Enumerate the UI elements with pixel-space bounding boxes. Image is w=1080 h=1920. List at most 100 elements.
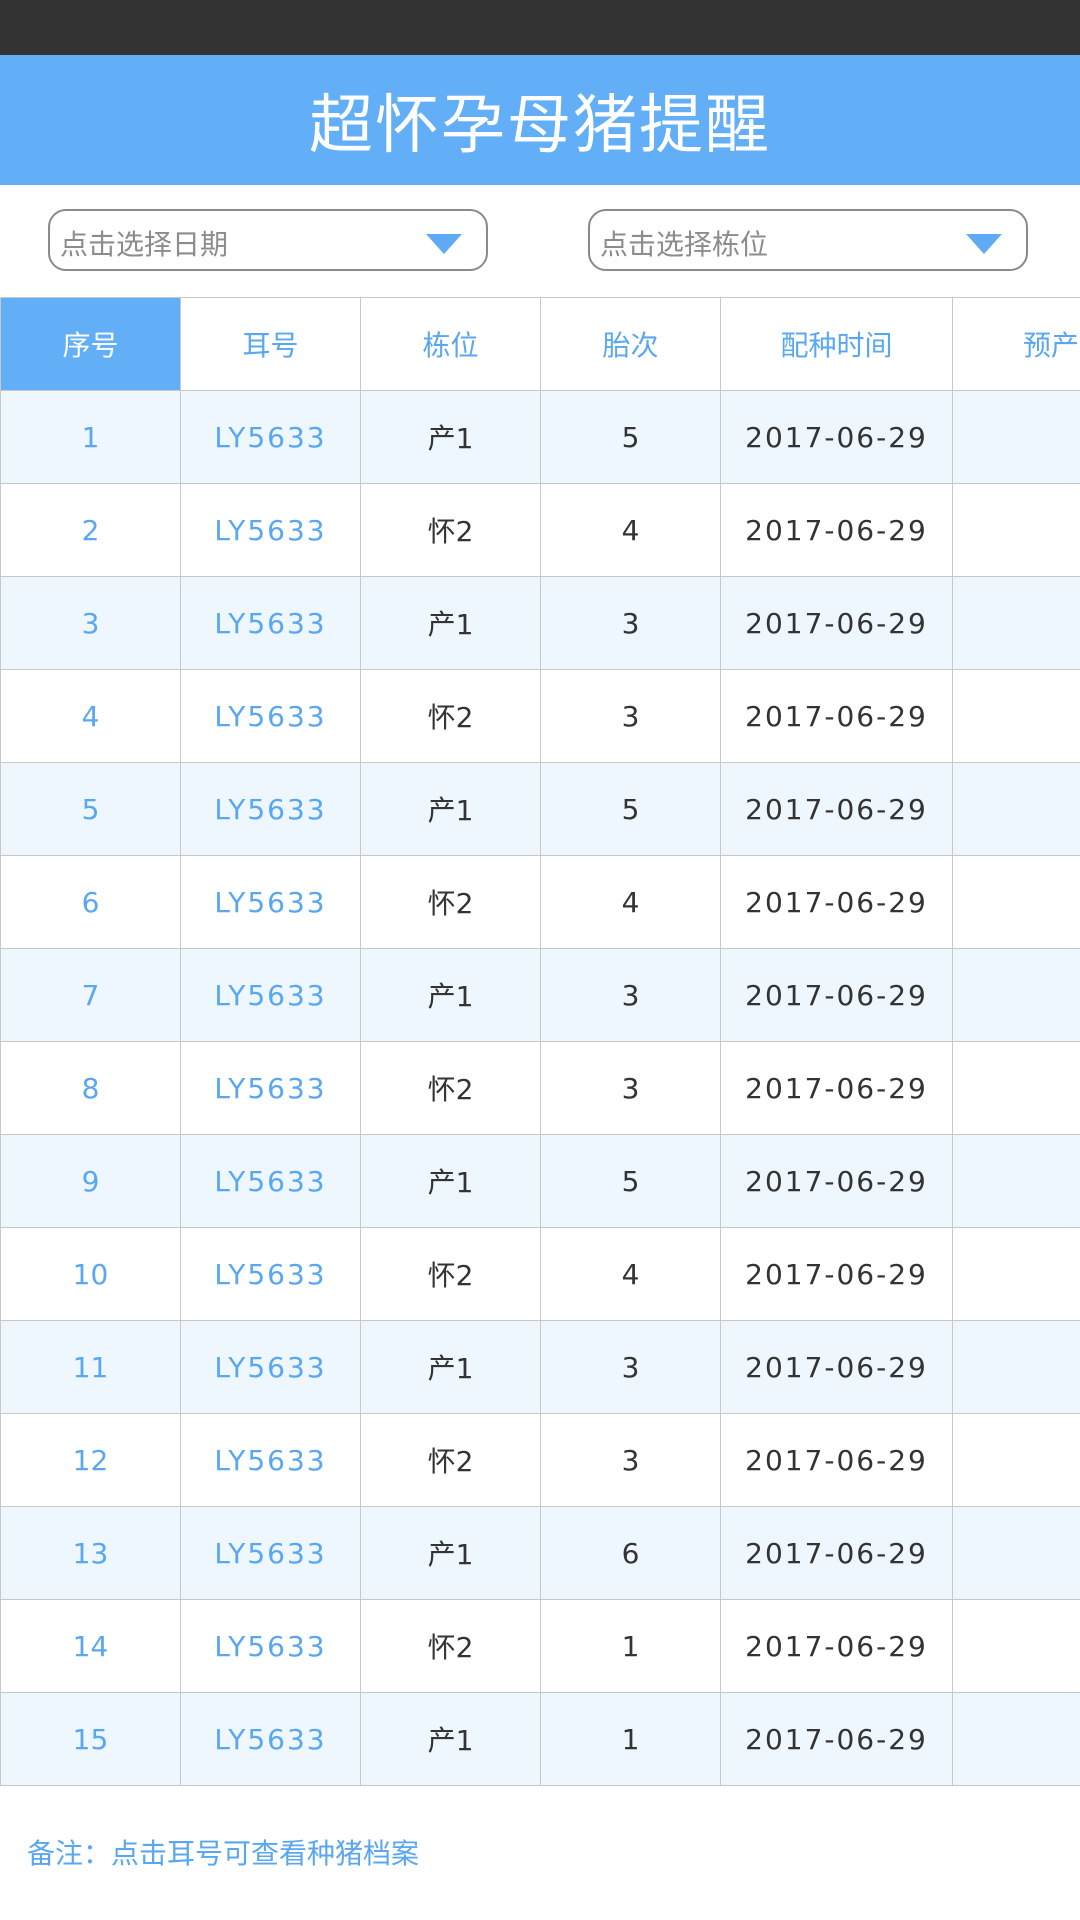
table-row: 13 LY5633 产1 6 2017-06-29: [0, 1506, 1080, 1600]
cell-pen: 产1: [360, 1692, 541, 1786]
cell-due-date: [952, 1041, 1080, 1135]
table-row: 9 LY5633 产1 5 2017-06-29: [0, 1134, 1080, 1228]
cell-due-date: [952, 948, 1080, 1042]
cell-due-date: [952, 1320, 1080, 1414]
cell-parity: 5: [540, 762, 721, 856]
status-bar: [0, 0, 1080, 55]
cell-ear-tag-link[interactable]: LY5633: [180, 483, 361, 577]
cell-parity: 4: [540, 483, 721, 577]
cell-pen: 产1: [360, 1134, 541, 1228]
cell-seq: 2: [0, 483, 181, 577]
cell-due-date: [952, 1227, 1080, 1321]
cell-parity: 5: [540, 1134, 721, 1228]
cell-seq: 1: [0, 390, 181, 484]
cell-ear-tag-link[interactable]: LY5633: [180, 669, 361, 763]
cell-seq: 14: [0, 1599, 181, 1693]
cell-parity: 5: [540, 390, 721, 484]
table-row: 4 LY5633 怀2 3 2017-06-29: [0, 669, 1080, 763]
cell-pen: 产1: [360, 762, 541, 856]
column-header-breeding-date[interactable]: 配种时间: [720, 297, 953, 391]
date-picker[interactable]: 点击选择日期: [48, 209, 488, 271]
cell-parity: 3: [540, 1320, 721, 1414]
cell-breeding-date: 2017-06-29: [720, 1692, 953, 1786]
column-header-seq[interactable]: 序号: [0, 297, 181, 391]
cell-ear-tag-link[interactable]: LY5633: [180, 1227, 361, 1321]
table-row: 8 LY5633 怀2 3 2017-06-29: [0, 1041, 1080, 1135]
cell-breeding-date: 2017-06-29: [720, 483, 953, 577]
table-row: 7 LY5633 产1 3 2017-06-29: [0, 948, 1080, 1042]
cell-seq: 6: [0, 855, 181, 949]
cell-breeding-date: 2017-06-29: [720, 669, 953, 763]
filter-bar: 点击选择日期 点击选择栋位: [0, 185, 1080, 297]
cell-pen: 怀2: [360, 855, 541, 949]
cell-breeding-date: 2017-06-29: [720, 855, 953, 949]
cell-parity: 3: [540, 576, 721, 670]
cell-breeding-date: 2017-06-29: [720, 1320, 953, 1414]
cell-seq: 15: [0, 1692, 181, 1786]
cell-parity: 3: [540, 1413, 721, 1507]
pen-picker[interactable]: 点击选择栋位: [588, 209, 1028, 271]
cell-ear-tag-link[interactable]: LY5633: [180, 1692, 361, 1786]
cell-ear-tag-link[interactable]: LY5633: [180, 762, 361, 856]
cell-due-date: [952, 390, 1080, 484]
table-row: 11 LY5633 产1 3 2017-06-29: [0, 1320, 1080, 1414]
date-picker-placeholder: 点击选择日期: [60, 228, 229, 261]
cell-due-date: [952, 576, 1080, 670]
cell-ear-tag-link[interactable]: LY5633: [180, 1413, 361, 1507]
table-row: 5 LY5633 产1 5 2017-06-29: [0, 762, 1080, 856]
cell-breeding-date: 2017-06-29: [720, 1134, 953, 1228]
cell-ear-tag-link[interactable]: LY5633: [180, 948, 361, 1042]
cell-pen: 怀2: [360, 1599, 541, 1693]
cell-due-date: [952, 1599, 1080, 1693]
column-header-pen[interactable]: 栋位: [360, 297, 541, 391]
cell-due-date: [952, 762, 1080, 856]
column-header-due-date[interactable]: 预产: [952, 297, 1080, 391]
cell-ear-tag-link[interactable]: LY5633: [180, 1506, 361, 1600]
table-row: 15 LY5633 产1 1 2017-06-29: [0, 1692, 1080, 1786]
cell-pen: 产1: [360, 948, 541, 1042]
cell-breeding-date: 2017-06-29: [720, 1506, 953, 1600]
sow-table: 序号 耳号 栋位 胎次 配种时间 预产 1 LY5633 产1 5 2017-06-29…: [0, 297, 1080, 1786]
table-header-row: 序号 耳号 栋位 胎次 配种时间 预产: [0, 297, 1080, 391]
table-row: 3 LY5633 产1 3 2017-06-29: [0, 576, 1080, 670]
cell-ear-tag-link[interactable]: LY5633: [180, 576, 361, 670]
cell-seq: 3: [0, 576, 181, 670]
cell-breeding-date: 2017-06-29: [720, 1227, 953, 1321]
table-row: 6 LY5633 怀2 4 2017-06-29: [0, 855, 1080, 949]
cell-ear-tag-link[interactable]: LY5633: [180, 1041, 361, 1135]
cell-due-date: [952, 1692, 1080, 1786]
chevron-down-icon: [426, 234, 462, 254]
cell-ear-tag-link[interactable]: LY5633: [180, 390, 361, 484]
cell-breeding-date: 2017-06-29: [720, 390, 953, 484]
cell-pen: 产1: [360, 1506, 541, 1600]
table-row: 10 LY5633 怀2 4 2017-06-29: [0, 1227, 1080, 1321]
cell-pen: 怀2: [360, 1041, 541, 1135]
column-header-ear-tag[interactable]: 耳号: [180, 297, 361, 391]
cell-ear-tag-link[interactable]: LY5633: [180, 1599, 361, 1693]
cell-breeding-date: 2017-06-29: [720, 1599, 953, 1693]
cell-seq: 10: [0, 1227, 181, 1321]
table-row: 14 LY5633 怀2 1 2017-06-29: [0, 1599, 1080, 1693]
cell-parity: 6: [540, 1506, 721, 1600]
cell-seq: 8: [0, 1041, 181, 1135]
cell-ear-tag-link[interactable]: LY5633: [180, 1320, 361, 1414]
cell-breeding-date: 2017-06-29: [720, 1041, 953, 1135]
cell-breeding-date: 2017-06-29: [720, 762, 953, 856]
cell-parity: 1: [540, 1692, 721, 1786]
footnote: 备注：点击耳号可查看种猪档案: [27, 1837, 420, 1870]
cell-parity: 4: [540, 855, 721, 949]
page-title: 超怀孕母猪提醒: [0, 55, 1080, 185]
cell-ear-tag-link[interactable]: LY5633: [180, 1134, 361, 1228]
column-header-parity[interactable]: 胎次: [540, 297, 721, 391]
pen-picker-placeholder: 点击选择栋位: [600, 228, 769, 261]
cell-pen: 怀2: [360, 1413, 541, 1507]
cell-seq: 12: [0, 1413, 181, 1507]
cell-ear-tag-link[interactable]: LY5633: [180, 855, 361, 949]
cell-pen: 怀2: [360, 483, 541, 577]
table-row: 1 LY5633 产1 5 2017-06-29: [0, 390, 1080, 484]
cell-parity: 3: [540, 669, 721, 763]
cell-due-date: [952, 483, 1080, 577]
sow-table-container[interactable]: 序号 耳号 栋位 胎次 配种时间 预产 1 LY5633 产1 5 2017-06-29…: [0, 297, 1080, 1787]
cell-breeding-date: 2017-06-29: [720, 1413, 953, 1507]
cell-parity: 4: [540, 1227, 721, 1321]
